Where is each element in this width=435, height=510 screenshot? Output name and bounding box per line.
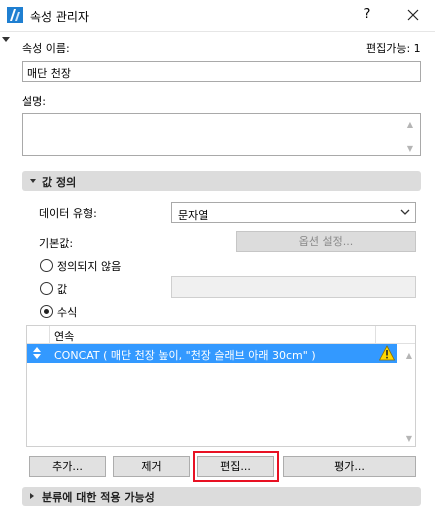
classification-section[interactable]: 분류에 대한 적용 가능성	[22, 487, 421, 506]
property-name-label: 속성 이름:	[22, 42, 70, 55]
options-settings-button[interactable]: 옵션 설정...	[236, 231, 416, 252]
column-divider	[49, 326, 50, 344]
editable-count: 편집가능: 1	[366, 42, 421, 55]
radio-formula[interactable]	[40, 305, 53, 318]
column-divider	[375, 326, 376, 344]
remove-button[interactable]: 제거	[113, 456, 190, 477]
radio-undefined-label: 정의되지 않음	[57, 260, 122, 273]
close-icon[interactable]	[402, 4, 424, 26]
title-bar: 속성 관리자 ?	[0, 0, 435, 32]
radio-undefined[interactable]	[40, 259, 53, 272]
evaluate-button[interactable]: 평가...	[283, 456, 416, 477]
collapse-handle-icon[interactable]	[2, 37, 10, 42]
highlight-frame	[193, 451, 279, 482]
scroll-down-icon[interactable]: ▼	[404, 435, 414, 443]
drag-handle-icon[interactable]	[33, 347, 41, 359]
scroll-up-icon[interactable]: ▲	[404, 352, 414, 360]
section-title: 값 정의	[42, 176, 77, 189]
description-field[interactable]	[22, 113, 421, 156]
expand-right-icon	[30, 493, 34, 499]
section-title: 분류에 대한 적용 가능성	[42, 491, 155, 504]
value-input	[171, 276, 416, 298]
add-button[interactable]: 추가...	[29, 456, 106, 477]
default-value-label: 기본값:	[39, 237, 74, 250]
radio-value[interactable]	[40, 282, 53, 295]
archicad-icon	[7, 7, 23, 23]
expand-down-icon	[30, 179, 36, 183]
value-definition-section[interactable]: 값 정의	[22, 171, 421, 191]
list-header: 연속	[27, 326, 415, 344]
window-title: 속성 관리자	[30, 10, 90, 24]
help-button[interactable]: ?	[356, 4, 378, 26]
formula-row[interactable]: CONCAT ( 매단 천장 높이, "천장 슬래브 아래 30cm" )	[27, 344, 397, 363]
radio-formula-label: 수식	[57, 306, 78, 319]
property-name-field[interactable]: 매단 천장	[22, 61, 421, 82]
data-type-label: 데이터 유형:	[39, 207, 97, 220]
data-type-select[interactable]: 문자열	[171, 202, 416, 223]
data-type-value: 문자열	[178, 209, 209, 222]
scroll-up-icon[interactable]: ▲	[405, 121, 415, 129]
radio-value-label: 값	[57, 283, 68, 296]
formula-list[interactable]: 연속 CONCAT ( 매단 천장 높이, "천장 슬래브 아래 30cm" )…	[26, 325, 416, 447]
scroll-down-icon[interactable]: ▼	[405, 145, 415, 153]
warning-icon[interactable]	[379, 345, 395, 361]
chevron-down-icon	[400, 209, 410, 215]
formula-text: CONCAT ( 매단 천장 높이, "천장 슬래브 아래 30cm" )	[54, 349, 316, 362]
description-label: 설명:	[22, 95, 46, 108]
list-column-header: 연속	[54, 330, 75, 343]
